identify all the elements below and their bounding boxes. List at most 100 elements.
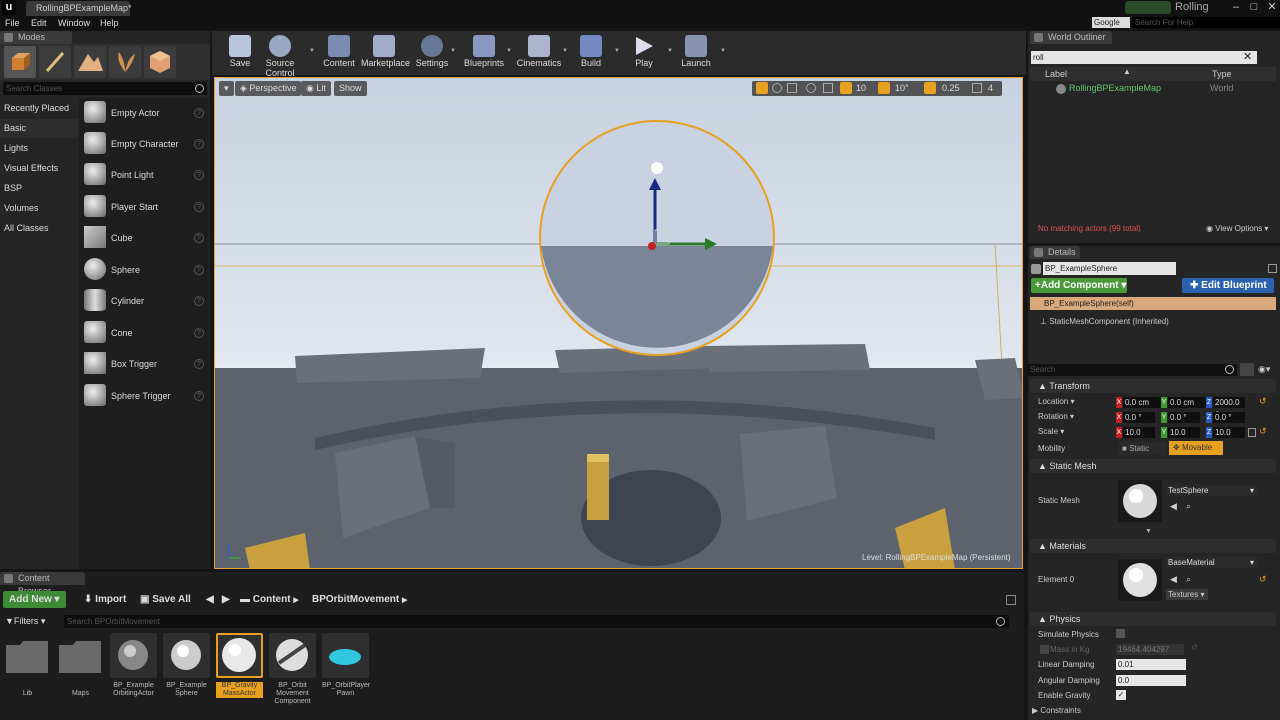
reset-to-default-icon[interactable]: ↺ bbox=[1259, 574, 1267, 585]
search-help-input[interactable]: Search For Help bbox=[1133, 17, 1280, 28]
help-icon[interactable]: ? bbox=[194, 233, 204, 243]
asset-bp-example-sphere[interactable]: BP_Example Sphere bbox=[163, 633, 210, 705]
expand-arrow-icon[interactable]: ▼ bbox=[1145, 528, 1152, 535]
constraints-row[interactable]: ▶ Constraints bbox=[1032, 706, 1081, 715]
add-new-button[interactable]: Add New ▾ bbox=[3, 591, 66, 608]
sort-ascending-icon[interactable]: ▲ bbox=[1123, 67, 1131, 76]
classes-search-input[interactable]: Search Classes bbox=[3, 82, 207, 95]
category-visual-effects[interactable]: Visual Effects bbox=[0, 159, 78, 178]
build-button[interactable]: Build bbox=[568, 32, 614, 74]
use-selected-icon[interactable]: ◀ bbox=[1170, 574, 1177, 585]
material-thumbnail[interactable] bbox=[1118, 559, 1162, 601]
use-selected-icon[interactable]: ◀ bbox=[1170, 501, 1177, 512]
component-self-row[interactable]: BP_ExampleSphere(self) bbox=[1030, 297, 1276, 310]
path-bporbitmovement[interactable]: BPOrbitMovement ▶ bbox=[306, 591, 413, 608]
scale-label[interactable]: Scale ▾ bbox=[1038, 427, 1064, 436]
mobility-static-button[interactable]: ■ Static bbox=[1118, 442, 1166, 455]
level-viewport[interactable] bbox=[214, 77, 1023, 569]
category-bsp[interactable]: BSP bbox=[0, 179, 78, 198]
help-icon[interactable]: ? bbox=[194, 265, 204, 275]
column-type[interactable]: Type bbox=[1212, 69, 1232, 79]
launch-button[interactable]: Launch bbox=[673, 32, 719, 74]
place-item-cylinder[interactable]: Cylinder? bbox=[80, 287, 208, 318]
import-button[interactable]: ⬇ Import bbox=[78, 591, 132, 608]
browse-icon[interactable]: ⌕ bbox=[1186, 501, 1191, 512]
clear-search-icon[interactable]: ✕ bbox=[1243, 51, 1252, 64]
place-item-empty-character[interactable]: Empty Character? bbox=[80, 130, 208, 161]
rotation-z[interactable]: 0.0 ° bbox=[1213, 412, 1245, 423]
column-label[interactable]: Label bbox=[1045, 69, 1067, 79]
static-mesh-picker[interactable]: TestSphere ▾ bbox=[1166, 485, 1258, 496]
level-tab[interactable]: RollingBPExampleMap* bbox=[26, 1, 132, 16]
asset-folder-lib[interactable]: Lib bbox=[4, 633, 51, 705]
simulate-physics-checkbox[interactable] bbox=[1116, 629, 1125, 638]
camera-speed-value[interactable]: 4 bbox=[988, 81, 993, 96]
place-item-player-start[interactable]: Player Start? bbox=[80, 193, 208, 224]
build-dropdown-icon[interactable]: ▼ bbox=[614, 48, 620, 54]
help-icon[interactable]: ? bbox=[194, 139, 204, 149]
section-materials[interactable]: ▲ Materials bbox=[1030, 539, 1276, 553]
scale-z[interactable]: 10.0 bbox=[1213, 427, 1245, 438]
mobility-movable-button[interactable]: ✥ Movable bbox=[1169, 441, 1223, 455]
tab-details[interactable]: Details bbox=[1030, 246, 1080, 259]
save-all-button[interactable]: ▣ Save All bbox=[134, 591, 197, 608]
rotation-snap-value[interactable]: 10° bbox=[895, 81, 909, 96]
place-item-cube[interactable]: Cube? bbox=[80, 224, 208, 255]
close-icon[interactable]: ✕ bbox=[1264, 0, 1280, 14]
angular-damping-input[interactable]: 0.0 bbox=[1116, 675, 1186, 686]
help-icon[interactable]: ? bbox=[194, 170, 204, 180]
marketplace-button[interactable]: Marketplace bbox=[361, 32, 410, 74]
viewport-options-dropdown[interactable]: ▾ bbox=[219, 81, 234, 96]
scale-x[interactable]: 10.0 bbox=[1123, 427, 1155, 438]
outliner-row-label[interactable]: RollingBPExampleMap bbox=[1069, 83, 1161, 93]
place-item-sphere-trigger[interactable]: Sphere Trigger? bbox=[80, 382, 208, 413]
menu-file[interactable]: File bbox=[5, 16, 20, 30]
foliage-mode-icon[interactable] bbox=[109, 46, 141, 78]
outliner-search-input[interactable]: roll bbox=[1031, 51, 1257, 64]
scale-tool-icon[interactable] bbox=[787, 83, 797, 93]
grid-snap-value[interactable]: 10 bbox=[856, 81, 866, 96]
help-icon[interactable]: ? bbox=[194, 328, 204, 338]
reset-to-default-icon[interactable]: ↺ bbox=[1259, 426, 1267, 437]
rotation-snap-icon[interactable] bbox=[878, 82, 890, 94]
geometry-mode-icon[interactable] bbox=[144, 46, 176, 78]
property-matrix-icon[interactable] bbox=[1240, 363, 1254, 376]
category-all-classes[interactable]: All Classes bbox=[0, 219, 78, 238]
location-z[interactable]: 2000.0 c bbox=[1213, 397, 1245, 418]
maximize-icon[interactable]: □ bbox=[1246, 0, 1262, 14]
blueprints-button[interactable]: Blueprints bbox=[461, 32, 507, 74]
place-mode-icon[interactable] bbox=[4, 46, 36, 78]
lock-icon[interactable] bbox=[1268, 264, 1277, 273]
place-item-box-trigger[interactable]: Box Trigger? bbox=[80, 350, 208, 381]
enable-gravity-checkbox[interactable]: ✓ bbox=[1116, 690, 1126, 700]
static-mesh-thumbnail[interactable] bbox=[1118, 480, 1162, 522]
section-static-mesh[interactable]: ▲ Static Mesh bbox=[1030, 459, 1276, 473]
location-y[interactable]: 0.0 cm bbox=[1168, 397, 1206, 408]
menu-window[interactable]: Window bbox=[58, 16, 90, 30]
source-control-status-icon[interactable] bbox=[1125, 1, 1171, 14]
scale-y[interactable]: 10.0 bbox=[1168, 427, 1200, 438]
scale-snap-value[interactable]: 0.25 bbox=[942, 81, 960, 96]
show-dropdown[interactable]: Show bbox=[334, 81, 367, 96]
history-forward-icon[interactable]: ▶ bbox=[216, 591, 236, 608]
rotation-label[interactable]: Rotation ▾ bbox=[1038, 412, 1074, 421]
location-x[interactable]: 0.0 cm bbox=[1123, 397, 1161, 408]
mass-override-checkbox[interactable] bbox=[1040, 645, 1049, 654]
path-content[interactable]: ▬ Content ▶ bbox=[234, 591, 305, 608]
category-volumes[interactable]: Volumes bbox=[0, 199, 78, 218]
launch-dropdown-icon[interactable]: ▼ bbox=[720, 48, 726, 54]
translate-tool-icon[interactable] bbox=[756, 82, 768, 94]
settings-dropdown-icon[interactable]: ▼ bbox=[450, 48, 456, 54]
linear-damping-input[interactable]: 0.01 bbox=[1116, 659, 1186, 670]
lock-icon[interactable] bbox=[1006, 595, 1016, 605]
rotation-x[interactable]: 0.0 ° bbox=[1123, 412, 1155, 423]
minimize-icon[interactable]: ‒ bbox=[1228, 0, 1244, 14]
section-transform[interactable]: ▲ Transform bbox=[1030, 379, 1276, 393]
scale-lock-icon[interactable] bbox=[1248, 428, 1256, 437]
surface-snap-icon[interactable] bbox=[823, 83, 833, 93]
section-physics[interactable]: ▲ Physics bbox=[1030, 612, 1276, 626]
category-lights[interactable]: Lights bbox=[0, 139, 78, 158]
textures-dropdown[interactable]: Textures ▾ bbox=[1166, 589, 1208, 600]
asset-bp-orbit-movement-component[interactable]: BP_Orbit Movement Component bbox=[269, 633, 316, 705]
place-item-cone[interactable]: Cone? bbox=[80, 319, 208, 350]
